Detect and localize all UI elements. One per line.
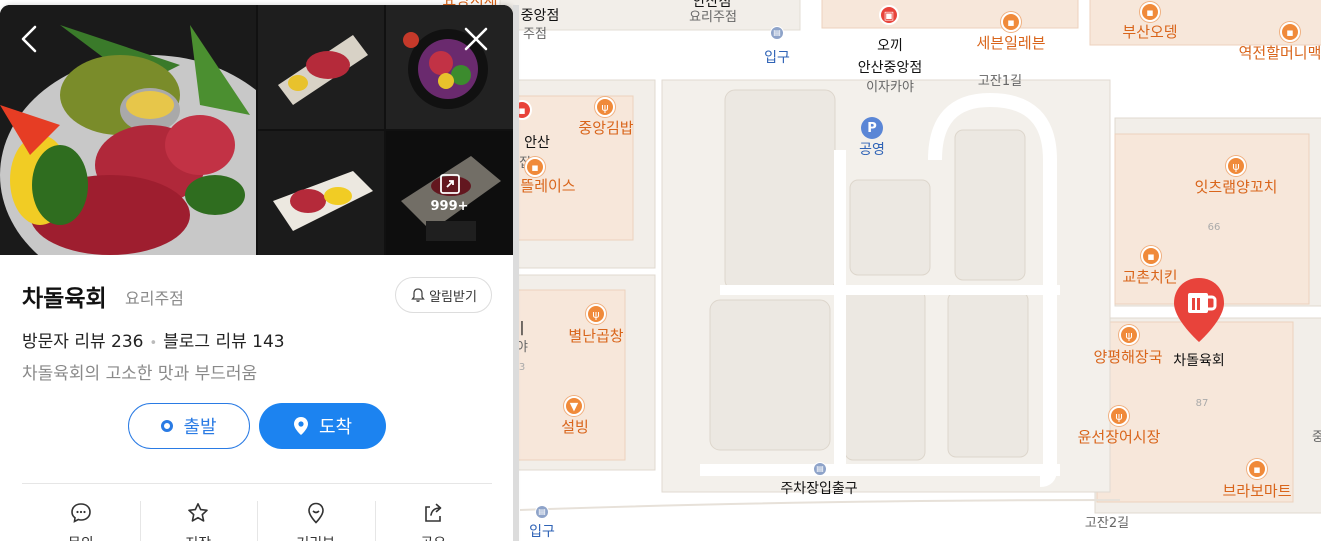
map-label-left-3: 3 — [518, 362, 526, 373]
place-category: 요리주점 — [125, 289, 184, 308]
map-label-top-partial-3: 요리주점 — [689, 10, 737, 25]
chat-bubble-icon — [70, 503, 91, 523]
entrance-icon: ▤ — [535, 505, 549, 519]
map-label-yangpyeong[interactable]: 양평해장국 — [1093, 349, 1162, 365]
save-label: 저장 — [185, 533, 211, 541]
alert-button[interactable]: 알림받기 — [395, 277, 492, 313]
map-label-place-partial[interactable]: 뜰레이스 — [520, 178, 575, 194]
gallery-photo-2[interactable] — [258, 5, 384, 129]
restaurant-pin-icon[interactable]: ▣ — [879, 5, 899, 25]
entrance-icon: ▤ — [813, 462, 827, 476]
share-label: 공유 — [420, 533, 446, 541]
selected-place-pin-icon[interactable] — [1172, 276, 1226, 344]
place-detail-panel: 999+ 차돌육회 요리주점 알림받기 방문자 리뷰 236 • 블로그 리뷰 14… — [0, 5, 513, 541]
depart-button[interactable]: 출발 — [128, 403, 250, 449]
blog-review-link[interactable]: 블로그 리뷰 143 — [163, 332, 284, 352]
dessert-icon[interactable]: ▼ — [564, 396, 584, 416]
cafe-icon[interactable]: ▪ — [525, 157, 545, 177]
map-label-top-partial-5: 안산점 — [692, 0, 732, 10]
arrive-button-label: 도착 — [318, 417, 353, 438]
location-pin-icon — [307, 502, 324, 524]
map-label-izakaya: 이자카야 — [866, 80, 914, 95]
food-photo-image — [258, 5, 384, 129]
place-name: 차돌육회 — [22, 286, 107, 312]
map-label-ansan[interactable]: 안산 — [524, 135, 550, 151]
close-button[interactable] — [460, 23, 492, 55]
map-label-byeollan[interactable]: 별난곱창 — [568, 328, 623, 344]
restaurant-icon[interactable]: ▪ — [1280, 22, 1300, 42]
map-label-right-edge: 중 — [1312, 430, 1321, 445]
arrive-button[interactable]: 도착 — [259, 403, 386, 449]
share-action[interactable]: 공유 — [374, 495, 493, 541]
entrance-icon: ▤ — [770, 26, 784, 40]
restaurant-icon[interactable]: ψ — [586, 304, 606, 324]
inquiry-action[interactable]: 문의 — [22, 495, 140, 541]
map-label-gojan1: 고잔1길 — [977, 74, 1023, 89]
panel-scrollbar[interactable] — [513, 5, 519, 541]
restaurant-icon[interactable]: ψ — [1226, 156, 1246, 176]
map-label-joongang-gimbap[interactable]: 중앙김밥 — [578, 120, 633, 136]
place-tagline: 차돌육회의 고소한 맛과 부드러움 — [22, 364, 258, 384]
save-action[interactable]: 저장 — [139, 495, 258, 541]
street-view-label: 거리뷰 — [296, 533, 335, 541]
restaurant-icon[interactable]: ψ — [1119, 325, 1139, 345]
share-icon — [425, 503, 442, 522]
destination-pin-icon — [293, 417, 308, 435]
map-label-seolbing[interactable]: 설빙 — [561, 419, 589, 435]
gallery-photo-3[interactable] — [386, 5, 513, 129]
action-bar: 문의 저장 거리뷰 공유 — [22, 495, 492, 541]
photo-count: 999+ — [430, 198, 469, 214]
map-label-top-partial-2: 중앙점 — [520, 8, 560, 24]
gallery-photo-4[interactable] — [258, 131, 384, 255]
map-label-bravo[interactable]: 브라보마트 — [1222, 483, 1291, 499]
bell-icon — [411, 288, 425, 302]
chicken-icon[interactable]: ▪ — [1141, 246, 1161, 266]
restaurant-icon[interactable]: ▪ — [1140, 2, 1160, 22]
inquiry-label: 문의 — [68, 533, 94, 541]
street-view-action[interactable]: 거리뷰 — [257, 495, 375, 541]
map-label-entrance-top: 입구 — [764, 50, 790, 66]
review-summary: 방문자 리뷰 236 • 블로그 리뷰 143 — [22, 332, 285, 352]
map-label-parking[interactable]: 공영 — [859, 142, 885, 158]
more-photos-overlay[interactable]: 999+ — [386, 131, 513, 255]
parking-icon[interactable]: P — [861, 117, 883, 139]
depart-button-label: 출발 — [183, 417, 217, 438]
photo-gallery: 999+ — [0, 5, 513, 255]
map-label-num-66: 66 — [1207, 222, 1221, 233]
map-label-num-87: 87 — [1195, 398, 1209, 409]
divider — [22, 483, 492, 484]
map-label-okki-branch[interactable]: 안산중앙점 — [858, 60, 922, 76]
map-label-kyochon[interactable]: 교촌치킨 — [1122, 269, 1177, 285]
back-button[interactable] — [14, 23, 46, 55]
map-label-top-partial-4: 주점 — [523, 27, 547, 42]
map-label-eats-lamb[interactable]: 잇츠램양꼬치 — [1195, 179, 1278, 195]
expand-photos-icon — [439, 173, 460, 194]
convenience-store-icon[interactable]: ▪ — [1001, 12, 1021, 32]
food-photo-image — [258, 131, 384, 255]
food-photo-image — [386, 5, 513, 129]
restaurant-icon[interactable]: ψ — [595, 97, 615, 117]
visitor-review-link[interactable]: 방문자 리뷰 236 — [22, 332, 143, 352]
map-label-chadol[interactable]: 차돌육회 — [1173, 353, 1225, 369]
map-label-okki[interactable]: 오끼 — [877, 38, 903, 54]
map-label-seven-eleven[interactable]: 세븐일레븐 — [976, 35, 1045, 51]
star-icon — [188, 503, 209, 522]
map-label-busan-odeng[interactable]: 부산오뎅 — [1122, 24, 1177, 40]
map-label-left-i: | — [519, 320, 525, 336]
origin-dot-icon — [161, 420, 174, 432]
mart-icon[interactable]: ▪ — [1247, 459, 1267, 479]
restaurant-icon[interactable]: ψ — [1109, 406, 1129, 426]
map-label-parking-exit: 주차장입출구 — [780, 481, 858, 497]
map-label-entrance-bottom: 입구 — [529, 524, 555, 540]
map-label-yunseon[interactable]: 윤선장어시장 — [1078, 429, 1161, 445]
map-label-yeokjeon[interactable]: 역전할머니맥 — [1239, 45, 1321, 61]
map-label-gojan2: 고잔2길 — [1084, 516, 1130, 531]
alert-button-label: 알림받기 — [429, 289, 477, 305]
